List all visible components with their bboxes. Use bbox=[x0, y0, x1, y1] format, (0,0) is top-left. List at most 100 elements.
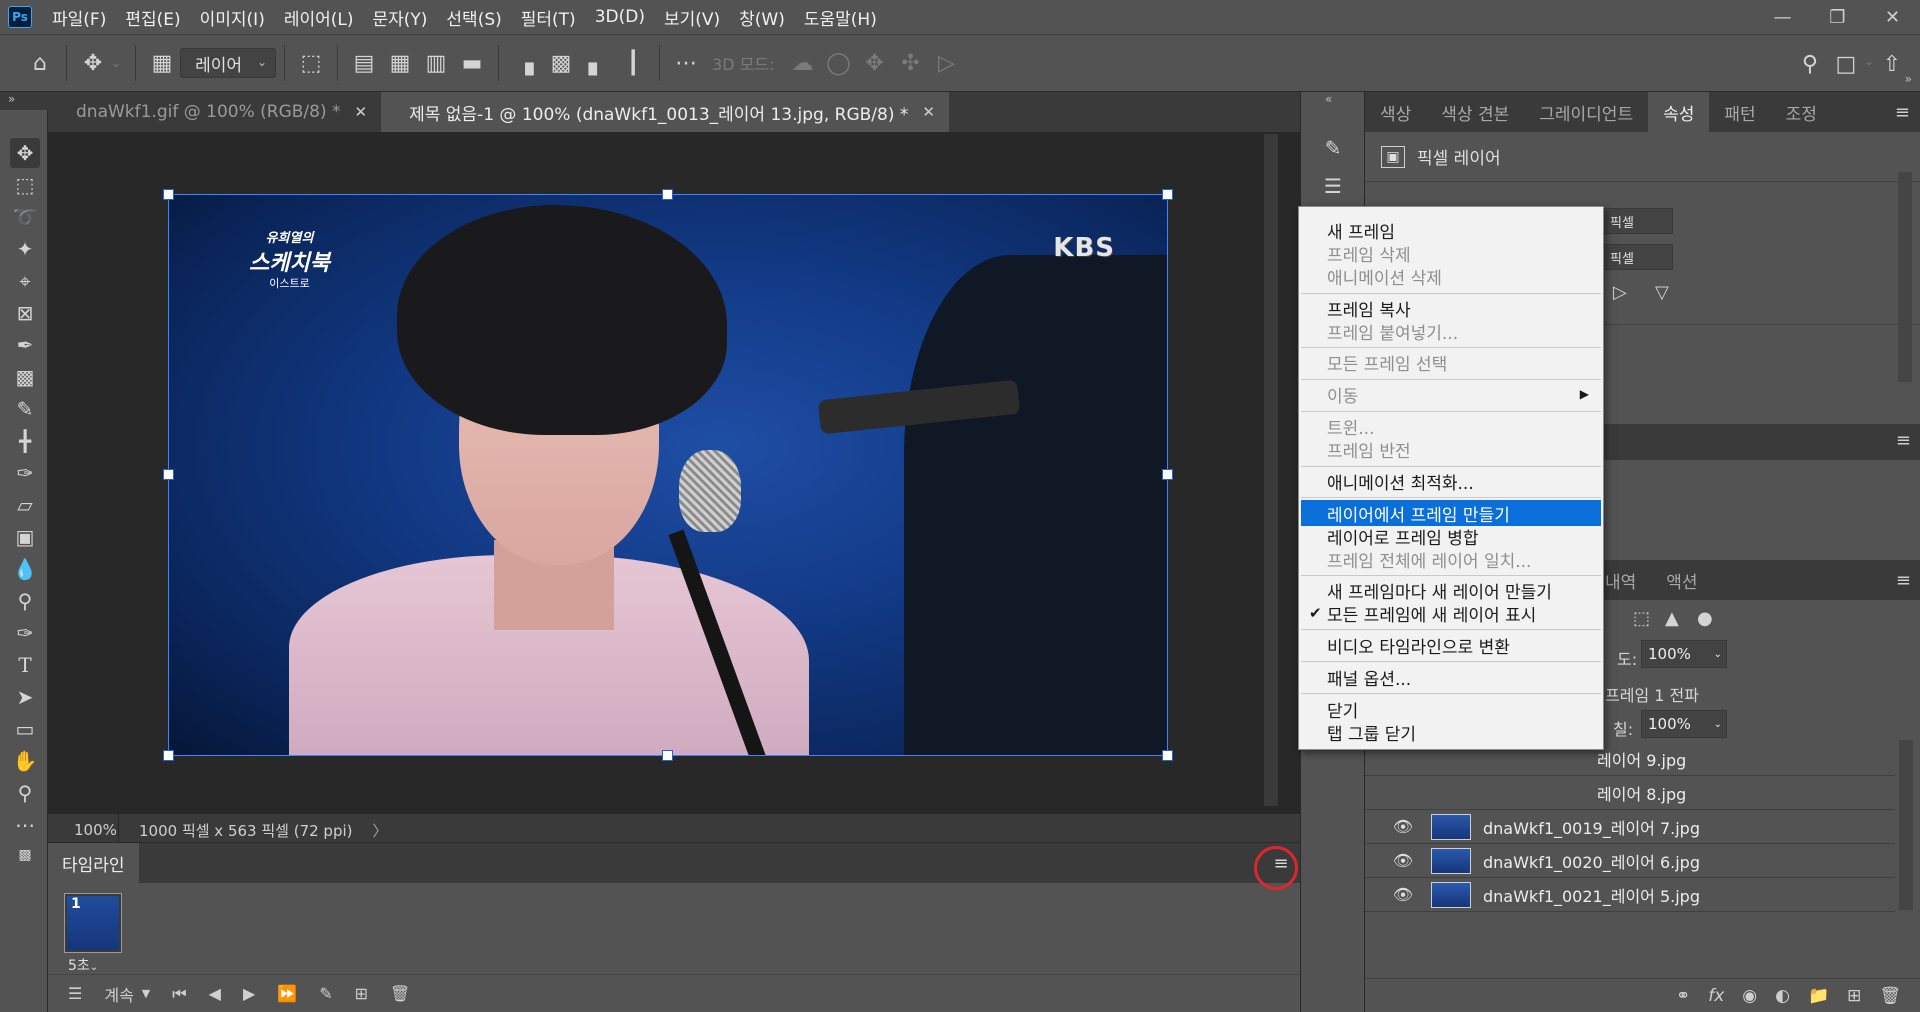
crop-tool-icon[interactable]: ⌖ bbox=[10, 266, 40, 296]
close-icon[interactable]: ✕ bbox=[355, 103, 368, 121]
restore-icon[interactable]: ❐ bbox=[1810, 0, 1865, 34]
tab-actions[interactable]: 액션 bbox=[1651, 560, 1712, 600]
visibility-eye-icon[interactable]: 👁 bbox=[1383, 817, 1423, 836]
blur-tool-icon[interactable]: 💧 bbox=[10, 554, 40, 584]
chevron-down-icon[interactable]: ⌄ bbox=[1864, 54, 1874, 82]
height-field[interactable]: 픽셀 bbox=[1603, 244, 1673, 270]
history-brush-icon[interactable]: ✑ bbox=[10, 458, 40, 488]
menu-item-match-layer-across-frames[interactable]: 프레임 전체에 레이어 일치... bbox=[1301, 546, 1601, 572]
distribute-icon[interactable]: ▬ bbox=[454, 45, 490, 81]
transform-handle-bottom-right[interactable] bbox=[1162, 750, 1173, 761]
vertical-scrollbar[interactable] bbox=[1264, 134, 1278, 806]
tab-adjustments[interactable]: 조정 bbox=[1771, 92, 1832, 132]
transform-handle-top[interactable] bbox=[662, 189, 673, 200]
previous-frame-icon[interactable]: ◀ bbox=[209, 984, 221, 1003]
chevron-right-icon[interactable]: 〉 bbox=[373, 820, 388, 841]
fx-icon[interactable]: fx bbox=[1708, 986, 1724, 1006]
brush-tool-icon[interactable]: ✎ bbox=[10, 394, 40, 424]
flip-horizontal-icon[interactable]: ▷ bbox=[1613, 282, 1627, 303]
delete-layer-icon[interactable]: 🗑 bbox=[1879, 986, 1901, 1006]
type-tool-icon[interactable]: T bbox=[10, 650, 40, 680]
transform-controls-icon[interactable]: ⬚ bbox=[293, 45, 329, 81]
more-options-icon[interactable]: ⋯ bbox=[668, 45, 704, 81]
opacity-field[interactable]: 100% ⌄ bbox=[1641, 640, 1727, 668]
canvas-image[interactable]: 유희열의 스케치북 이스트로 KBS bbox=[168, 194, 1168, 756]
zoom-tool-icon[interactable]: ⚲ bbox=[10, 778, 40, 808]
link-layers-icon[interactable]: ⚭ bbox=[1676, 986, 1690, 1006]
timeline-panel-menu-button[interactable]: ≡ bbox=[1254, 846, 1298, 890]
tween-icon[interactable]: ✎ bbox=[319, 984, 332, 1003]
collapse-icon[interactable]: « bbox=[1325, 92, 1332, 106]
first-frame-icon[interactable]: ⏮ bbox=[172, 984, 186, 1004]
frame-thumbnail[interactable]: 1 bbox=[64, 893, 122, 953]
quick-select-tool-icon[interactable]: ✦ bbox=[10, 234, 40, 264]
3d-slide-icon[interactable]: ✣ bbox=[892, 45, 928, 81]
hand-tool-icon[interactable]: ✋ bbox=[10, 746, 40, 776]
duplicate-frame-icon[interactable]: ⊞ bbox=[355, 984, 368, 1003]
lasso-tool-icon[interactable]: ➰ bbox=[10, 202, 40, 232]
timeline-title[interactable]: 타임라인 bbox=[48, 843, 139, 883]
menu-item-optimize-animation[interactable]: 애니메이션 최적화... bbox=[1301, 468, 1601, 494]
layer-row[interactable]: 레이어 8.jpg bbox=[1365, 776, 1895, 810]
menu-item-delete-animation[interactable]: 애니메이션 삭제 bbox=[1301, 263, 1601, 289]
lock-all-icon[interactable]: ● bbox=[1697, 608, 1713, 629]
move-tool-icon[interactable]: ✥ bbox=[10, 138, 40, 168]
close-icon[interactable]: ✕ bbox=[922, 103, 935, 121]
adjustment-layer-icon[interactable]: ◐ bbox=[1775, 986, 1790, 1006]
menu-view[interactable]: 보기(V) bbox=[664, 5, 720, 30]
dodge-tool-icon[interactable]: ⚲ bbox=[10, 586, 40, 616]
hamburger-icon[interactable]: ≡ bbox=[1895, 102, 1910, 123]
mask-icon[interactable]: ◉ bbox=[1742, 986, 1757, 1006]
transform-handle-bottom-left[interactable] bbox=[163, 750, 174, 761]
align-bottom-icon[interactable]: ▖ bbox=[579, 45, 615, 81]
move-tool-icon[interactable]: ✥ bbox=[75, 45, 111, 81]
group-folder-icon[interactable]: 📁 bbox=[1808, 986, 1829, 1006]
path-select-icon[interactable]: ➤ bbox=[10, 682, 40, 712]
transform-handle-bottom[interactable] bbox=[662, 750, 673, 761]
menu-filter[interactable]: 필터(T) bbox=[521, 5, 576, 30]
3d-pan-icon[interactable]: ✥ bbox=[856, 45, 892, 81]
convert-timeline-icon[interactable]: ☰ bbox=[68, 984, 82, 1003]
fill-field[interactable]: 100% ⌄ bbox=[1641, 710, 1727, 738]
healing-brush-icon[interactable]: ▩ bbox=[10, 362, 40, 392]
chevron-down-icon[interactable]: ⌄ bbox=[111, 56, 121, 70]
tab-swatches[interactable]: 색상 견본 bbox=[1426, 92, 1524, 132]
expand-toolbar-icon[interactable]: » bbox=[8, 92, 15, 106]
play-icon[interactable]: ▶ bbox=[243, 984, 255, 1003]
menu-item-panel-options[interactable]: 패널 옵션... bbox=[1301, 664, 1601, 690]
auto-select-dropdown[interactable]: 레이어 ⌄ bbox=[180, 48, 277, 78]
tab-document-1[interactable]: dnaWkf1.gif @ 100% (RGB/8) * ✕ bbox=[48, 92, 382, 132]
hamburger-icon[interactable]: ≡ bbox=[1896, 430, 1911, 451]
align-center-icon[interactable]: ▦ bbox=[382, 45, 418, 81]
visibility-eye-icon[interactable]: 👁 bbox=[1383, 851, 1423, 870]
menu-3d[interactable]: 3D(D) bbox=[595, 7, 645, 27]
align-left-icon[interactable]: ▤ bbox=[346, 45, 382, 81]
tab-gradients[interactable]: 그레이디언트 bbox=[1524, 92, 1648, 132]
gradient-tool-icon[interactable]: ▣ bbox=[10, 522, 40, 552]
delete-frame-icon[interactable]: 🗑 bbox=[390, 984, 410, 1003]
menu-item-move[interactable]: 이동 ▶ bbox=[1301, 381, 1601, 407]
align-top-icon[interactable]: ▗ bbox=[507, 45, 543, 81]
frame-delay[interactable]: 5초⌄ bbox=[68, 955, 98, 975]
tab-color[interactable]: 색상 bbox=[1365, 92, 1426, 132]
loop-options[interactable]: 계속 bbox=[104, 982, 133, 1006]
tab-patterns[interactable]: 패턴 bbox=[1709, 92, 1770, 132]
layer-row[interactable]: 👁 dnaWkf1_0021_레이어 5.jpg bbox=[1365, 878, 1895, 912]
menu-item-reverse-frames[interactable]: 프레임 반전 bbox=[1301, 436, 1601, 462]
eyedropper-tool-icon[interactable]: ✒ bbox=[10, 330, 40, 360]
layers-scrollbar[interactable] bbox=[1899, 740, 1913, 910]
lock-position-icon[interactable]: ▲ bbox=[1665, 608, 1679, 629]
properties-scrollbar[interactable] bbox=[1898, 172, 1912, 382]
rectangle-tool-icon[interactable]: ▭ bbox=[10, 714, 40, 744]
menu-item-paste-frame[interactable]: 프레임 붙여넣기... bbox=[1301, 318, 1601, 344]
next-frame-icon[interactable]: ⏩ bbox=[277, 984, 297, 1003]
zoom-level[interactable]: 100% bbox=[48, 821, 118, 839]
menu-image[interactable]: 이미지(I) bbox=[200, 5, 265, 30]
menu-item-new-layers-visible-all-frames[interactable]: ✔ 모든 프레임에 새 레이어 표시 bbox=[1301, 600, 1601, 626]
tab-document-2[interactable]: 제목 없음-1 @ 100% (dnaWkf1_0013_레이어 13.jpg,… bbox=[381, 92, 949, 132]
marquee-tool-icon[interactable]: ⬚ bbox=[10, 170, 40, 200]
workspace-icon[interactable]: □ bbox=[1828, 46, 1864, 82]
3d-roll-icon[interactable]: ◯ bbox=[820, 45, 856, 81]
menu-item-convert-to-video-timeline[interactable]: 비디오 타임라인으로 변환 bbox=[1301, 632, 1601, 658]
transform-handle-top-right[interactable] bbox=[1162, 189, 1173, 200]
